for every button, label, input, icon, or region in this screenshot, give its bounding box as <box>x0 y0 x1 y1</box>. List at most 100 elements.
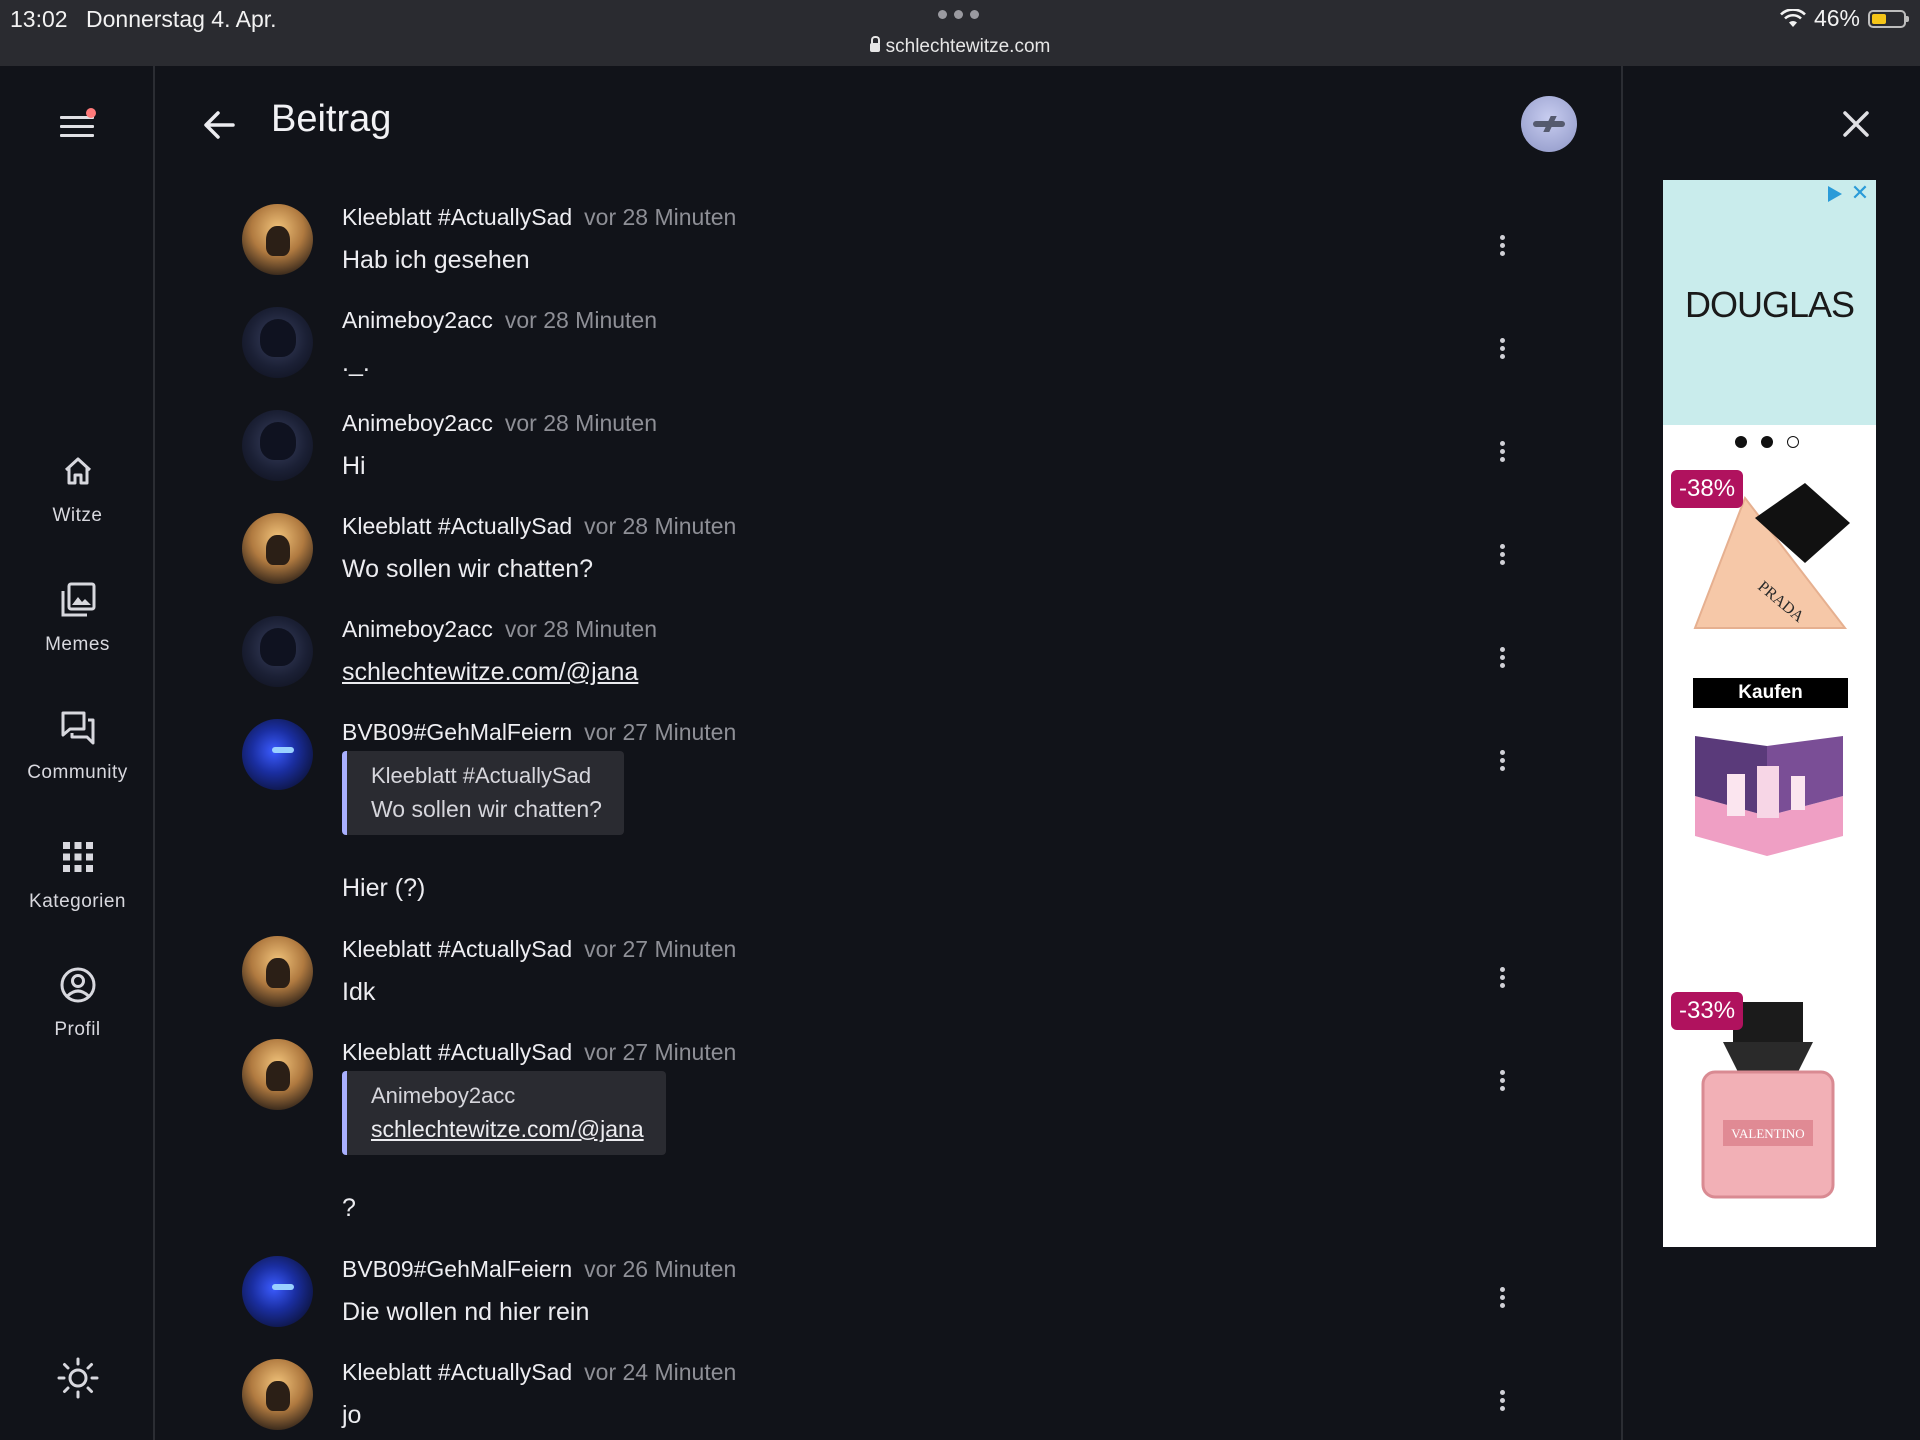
forum-icon <box>61 711 94 745</box>
profile-link[interactable]: schlechtewitze.com/@jana <box>342 658 638 686</box>
quote-author: Kleeblatt #ActuallySad <box>371 763 592 788</box>
comment-time: vor 28 Minuten <box>504 616 657 642</box>
sidebar-item-profil[interactable]: Profil <box>0 965 155 1041</box>
notification-dot <box>86 108 96 118</box>
more-vert-icon[interactable] <box>1492 964 1512 994</box>
avatar[interactable] <box>242 1359 313 1430</box>
carousel-dot[interactable] <box>1735 436 1747 448</box>
avatar[interactable] <box>242 410 313 481</box>
avatar[interactable] <box>242 307 313 378</box>
sidebar-label: Witze <box>52 505 103 526</box>
more-vert-icon[interactable] <box>1492 335 1512 365</box>
lock-icon <box>869 36 880 52</box>
apps-grid-icon <box>62 842 93 872</box>
discount-badge: -38% <box>1671 470 1744 508</box>
avatar[interactable] <box>242 1256 313 1327</box>
more-vert-icon[interactable] <box>1492 747 1512 777</box>
more-vert-icon[interactable] <box>1492 1284 1512 1314</box>
reply-quote[interactable]: Kleeblatt #ActuallySad Wo sollen wir cha… <box>342 751 624 835</box>
comment-author[interactable]: Animeboy2acc <box>342 410 493 436</box>
avatar[interactable] <box>242 204 313 275</box>
brand-logo: DOUGLAS <box>1684 284 1855 325</box>
comment-author[interactable]: Kleeblatt #ActuallySad <box>342 936 572 962</box>
carousel-dots[interactable] <box>1735 436 1799 448</box>
url-text: schlechtewitze.com <box>885 36 1051 57</box>
comment-author[interactable]: Kleeblatt #ActuallySad <box>342 513 572 539</box>
sidebar-label: Community <box>27 762 128 783</box>
more-vert-icon[interactable] <box>1492 644 1512 674</box>
quote-link[interactable]: schlechtewitze.com/@jana <box>371 1116 644 1142</box>
comment-text: Die wollen nd hier rein <box>342 1298 590 1326</box>
more-vert-icon[interactable] <box>1492 1387 1512 1417</box>
comment-time: vor 27 Minuten <box>584 1039 737 1065</box>
advertisement[interactable]: DOUGLAS ✕ PRADA -38% Kaufen VALENTINO -3… <box>1663 180 1876 1247</box>
comment-time: vor 27 Minuten <box>584 936 737 962</box>
perfume-bottle-image[interactable]: VALENTINO <box>1693 1002 1843 1202</box>
comment-time: vor 27 Minuten <box>584 719 737 745</box>
comment-text: Hi <box>342 452 366 480</box>
avatar[interactable] <box>242 616 313 687</box>
comment-time: vor 28 Minuten <box>584 204 737 230</box>
comment-text: ._. <box>342 349 370 377</box>
comment-text: Idk <box>342 978 376 1006</box>
sidebar-item-memes[interactable]: Memes <box>0 580 155 656</box>
ad-banner[interactable]: DOUGLAS <box>1663 180 1876 425</box>
ad-controls: ✕ <box>1824 182 1870 204</box>
comment-time: vor 28 Minuten <box>504 307 657 333</box>
discount-badge: -33% <box>1671 992 1744 1030</box>
avatar[interactable] <box>242 1039 313 1110</box>
more-vert-icon[interactable] <box>1492 438 1512 468</box>
carousel-dot[interactable] <box>1761 436 1773 448</box>
adchoices-icon[interactable] <box>1824 184 1846 204</box>
more-vert-icon[interactable] <box>1492 232 1512 262</box>
comment-time: vor 28 Minuten <box>504 410 657 436</box>
sidebar-item-witze[interactable]: Witze <box>0 451 155 527</box>
sidebar-item-community[interactable]: Community <box>0 708 155 784</box>
avatar[interactable] <box>242 719 313 790</box>
status-right: 46% <box>1780 5 1909 32</box>
comment-text: jo <box>342 1401 362 1429</box>
battery-icon <box>1868 9 1909 28</box>
bottle-label: VALENTINO <box>1731 1126 1804 1141</box>
comment-text: ? <box>342 1194 356 1222</box>
sidebar-item-kategorien[interactable]: Kategorien <box>0 837 155 913</box>
menu-icon[interactable] <box>60 108 96 144</box>
comment-author[interactable]: BVB09#GehMalFeiern <box>342 1256 572 1282</box>
quote-author: Animeboy2acc <box>371 1083 516 1108</box>
comment-text: Hab ich gesehen <box>342 246 530 274</box>
more-vert-icon[interactable] <box>1492 541 1512 571</box>
panel-divider <box>1621 66 1623 1440</box>
back-arrow-icon[interactable] <box>199 104 241 146</box>
multitasking-dots-icon[interactable] <box>938 10 979 19</box>
page-title: Beitrag <box>271 98 392 140</box>
sidebar-label: Kategorien <box>29 891 126 912</box>
comment-author[interactable]: Kleeblatt #ActuallySad <box>342 204 572 230</box>
sun-icon[interactable] <box>56 1356 100 1400</box>
comment-time: vor 28 Minuten <box>584 513 737 539</box>
wifi-icon <box>1780 8 1806 27</box>
avatar[interactable] <box>242 936 313 1007</box>
status-time: 13:02 <box>10 6 68 32</box>
comment-time: vor 24 Minuten <box>584 1359 737 1385</box>
buy-button[interactable]: Kaufen <box>1693 678 1848 708</box>
close-icon[interactable] <box>1838 106 1874 142</box>
gift-set-image[interactable] <box>1687 736 1851 872</box>
account-circle-icon <box>60 967 95 1003</box>
user-avatar[interactable] <box>1521 96 1577 152</box>
address-bar[interactable]: schlechtewitze.com <box>0 36 1920 58</box>
comment-author[interactable]: Animeboy2acc <box>342 307 493 333</box>
sidebar-label: Memes <box>45 634 110 655</box>
comment-author[interactable]: Animeboy2acc <box>342 616 493 642</box>
more-vert-icon[interactable] <box>1492 1067 1512 1097</box>
images-icon <box>61 582 95 617</box>
avatar[interactable] <box>242 513 313 584</box>
airplane-icon <box>1533 121 1565 127</box>
reply-quote[interactable]: Animeboy2acc schlechtewitze.com/@jana <box>342 1071 666 1155</box>
ad-close-icon[interactable]: ✕ <box>1850 182 1870 204</box>
comment-author[interactable]: Kleeblatt #ActuallySad <box>342 1359 572 1385</box>
carousel-dot[interactable] <box>1787 436 1799 448</box>
comment-author[interactable]: Kleeblatt #ActuallySad <box>342 1039 572 1065</box>
status-date: Donnerstag 4. Apr. <box>86 6 277 32</box>
battery-percent: 46% <box>1813 5 1860 31</box>
comment-author[interactable]: BVB09#GehMalFeiern <box>342 719 572 745</box>
